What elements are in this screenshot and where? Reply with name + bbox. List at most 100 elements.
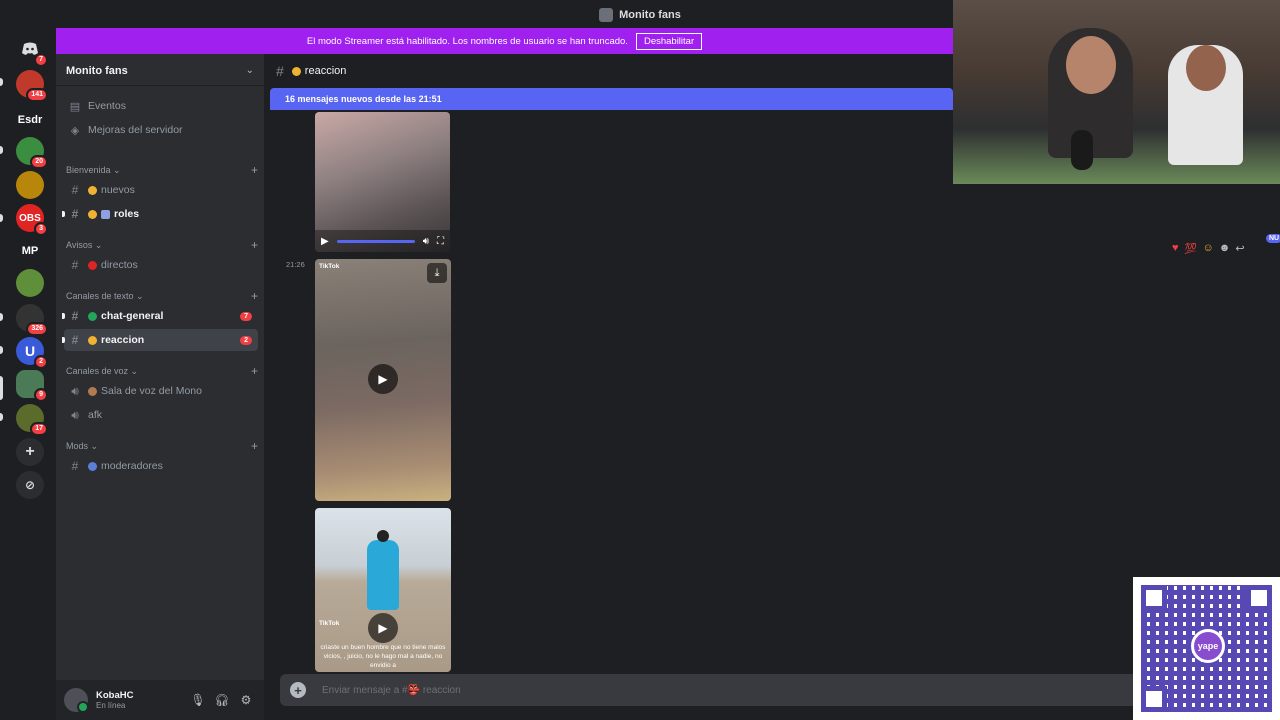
- mention-badge: 7: [240, 311, 252, 321]
- server-icon-obs[interactable]: OBS 3: [16, 204, 48, 236]
- explore-servers-button[interactable]: ⊘: [16, 471, 44, 499]
- add-reaction-icon[interactable]: ☻: [1219, 242, 1231, 255]
- events-item[interactable]: ▤ Eventos: [64, 96, 258, 116]
- heart-icon[interactable]: ♥: [1172, 242, 1179, 255]
- channel-label: afk: [88, 409, 103, 421]
- hash-icon: #: [71, 258, 79, 272]
- yape-qr-code: yape: [1133, 577, 1280, 720]
- streamer-mode-banner: El modo Streamer está habilitado. Los no…: [56, 28, 953, 54]
- download-icon[interactable]: ⤓: [427, 263, 447, 283]
- play-button[interactable]: ▶: [368, 364, 398, 394]
- laugh-icon[interactable]: ☺: [1203, 242, 1214, 255]
- server-icon-u[interactable]: U2: [16, 337, 48, 369]
- hundred-icon[interactable]: 💯︎: [1184, 242, 1198, 255]
- server-icon[interactable]: [16, 269, 44, 297]
- server-icon[interactable]: 141: [16, 70, 48, 102]
- new-messages-bar[interactable]: 16 mensajes nuevos desde las 21:51: [270, 88, 953, 110]
- channel-nuevos[interactable]: # nuevos: [64, 179, 258, 201]
- unread-pill: [0, 346, 3, 354]
- green-circle-emoji-icon: [88, 311, 97, 321]
- person-emoji-icon: [88, 461, 97, 471]
- boost-icon: ◈: [70, 124, 80, 137]
- volume-icon[interactable]: 🔊︎: [423, 236, 429, 247]
- webcam-overlay: [953, 0, 1280, 184]
- category-mods[interactable]: Mods ⌄ +: [66, 439, 258, 453]
- video-attachment[interactable]: ▶ 🔊︎ ⛶: [315, 112, 450, 252]
- gear-icon[interactable]: ⚙: [236, 690, 256, 710]
- reply-icon[interactable]: ↩: [1235, 242, 1244, 255]
- create-channel-icon[interactable]: +: [251, 439, 258, 453]
- category-bienvenida[interactable]: Bienvenida ⌄ +: [66, 163, 258, 177]
- mention-badge: 17: [30, 422, 48, 436]
- category-name: Bienvenida: [66, 164, 111, 175]
- create-channel-icon[interactable]: +: [251, 289, 258, 303]
- channel-reaccion[interactable]: # reaccion 2: [62, 329, 258, 351]
- server-header[interactable]: Monito fans ⌄: [56, 56, 264, 86]
- discord-window: Monito fans 7 141 Esdr 20 OBS 3 MP 326 U2…: [0, 0, 1280, 720]
- speaker-icon: 🔊︎: [71, 407, 79, 422]
- hash-icon: #: [71, 333, 79, 347]
- fullscreen-icon[interactable]: ⛶: [437, 236, 444, 247]
- message-timestamp: 21:26: [286, 260, 305, 269]
- disable-streamer-mode-button[interactable]: Deshabilitar: [635, 32, 703, 50]
- create-channel-icon[interactable]: +: [251, 238, 258, 252]
- microphone-icon[interactable]: 🎙︎: [188, 690, 208, 710]
- channel-moderadores[interactable]: # moderadores: [64, 455, 258, 477]
- category-label: Avisos ⌄: [66, 239, 103, 250]
- streamer-mode-text: El modo Streamer está habilitado. Los no…: [306, 35, 628, 47]
- server-icon[interactable]: 17: [16, 404, 48, 436]
- qr-finder: [1141, 686, 1167, 712]
- server-icon[interactable]: [16, 171, 44, 199]
- add-server-button[interactable]: +: [16, 438, 44, 466]
- video-attachment[interactable]: TikTok ▶ criaste un buen hombre que no t…: [315, 508, 451, 672]
- video-controls: ▶ 🔊︎ ⛶: [315, 230, 450, 252]
- server-icon-monito-fans[interactable]: 9: [16, 370, 48, 402]
- mask-emoji-icon: [291, 66, 301, 76]
- channel-chat-general[interactable]: # chat-general 7: [62, 305, 258, 327]
- channel-roles[interactable]: # roles: [62, 203, 258, 225]
- category-name: Mods: [66, 440, 89, 451]
- category-label: Canales de texto ⌄: [66, 290, 144, 301]
- mention-badge: 9: [34, 388, 48, 402]
- headphones-icon[interactable]: 🎧︎: [212, 690, 232, 710]
- server-icon-mp[interactable]: MP: [16, 237, 44, 265]
- message-composer[interactable]: + Enviar mensaje a #👺 reaccion: [280, 674, 1150, 706]
- channel-label: nuevos: [101, 184, 135, 196]
- play-icon[interactable]: ▶: [321, 236, 329, 247]
- tiktok-watermark: TikTok: [319, 263, 340, 270]
- play-button[interactable]: ▶: [368, 613, 398, 643]
- voice-channel-sala-de-voz[interactable]: 🔊︎ Sala de voz del Mono: [64, 380, 258, 402]
- create-channel-icon[interactable]: +: [251, 163, 258, 177]
- plus-icon: +: [25, 443, 35, 460]
- channel-label: directos: [101, 259, 138, 271]
- server-name: Monito fans: [66, 64, 128, 77]
- category-canales-de-voz[interactable]: Canales de voz ⌄ +: [66, 364, 258, 378]
- category-name: Avisos: [66, 239, 93, 250]
- server-icon[interactable]: 20: [16, 137, 48, 169]
- category-name: Canales de texto: [66, 290, 134, 301]
- user-status: En línea: [96, 701, 126, 710]
- progress-bar[interactable]: [336, 239, 415, 243]
- laptop-emoji-icon: [101, 209, 110, 219]
- category-label: Canales de voz ⌄: [66, 365, 139, 376]
- qr-finder: [1246, 585, 1272, 611]
- category-avisos[interactable]: Avisos ⌄ +: [66, 238, 258, 252]
- create-channel-icon[interactable]: +: [251, 364, 258, 378]
- mention-badge: 20: [30, 155, 48, 169]
- server-boosts-item[interactable]: ◈ Mejoras del servidor: [64, 120, 258, 140]
- category-canales-de-texto[interactable]: Canales de texto ⌄ +: [66, 289, 258, 303]
- add-attachment-icon[interactable]: +: [290, 682, 306, 698]
- channel-directos[interactable]: # directos: [64, 254, 258, 276]
- video-attachment[interactable]: TikTok ⤓ ▶: [315, 259, 451, 501]
- user-info[interactable]: KobaHC En línea: [96, 690, 184, 710]
- discord-home-button[interactable]: 7: [16, 35, 48, 67]
- mention-badge: 141: [26, 88, 48, 102]
- mention-badge: 7: [34, 53, 48, 67]
- mention-badge: 2: [240, 335, 252, 345]
- server-icon-esdr[interactable]: Esdr: [16, 106, 44, 134]
- wave-emoji-icon: [88, 185, 97, 195]
- voice-channel-afk[interactable]: 🔊︎ afk: [64, 404, 258, 426]
- server-icon[interactable]: 326: [16, 304, 48, 336]
- mention-badge: 3: [34, 222, 48, 236]
- user-avatar[interactable]: [64, 688, 89, 713]
